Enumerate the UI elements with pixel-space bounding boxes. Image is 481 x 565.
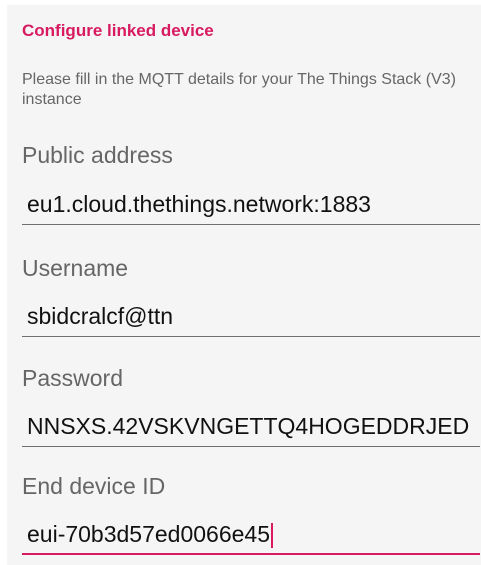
end-device-id-input[interactable]: eui-70b3d57ed0066e45 [22, 513, 480, 555]
public-address-label: Public address [22, 142, 173, 168]
dialog-description: Please fill in the MQTT details for your… [22, 71, 456, 108]
username-value: sbidcralcf@ttn [27, 303, 174, 329]
username-input[interactable]: sbidcralcf@ttn [22, 295, 480, 337]
end-device-id-value: eui-70b3d57ed0066e45 [27, 521, 271, 547]
dialog-title: Configure linked device [22, 21, 214, 40]
password-value: NNSXS.42VSKVNGETTQ4HOGEDDRJED [27, 413, 470, 439]
end-device-id-label: End device ID [22, 473, 166, 499]
public-address-input[interactable]: eu1.cloud.thethings.network:1883 [22, 183, 480, 225]
public-address-value: eu1.cloud.thethings.network:1883 [27, 191, 371, 217]
text-cursor [271, 523, 274, 549]
password-input[interactable]: NNSXS.42VSKVNGETTQ4HOGEDDRJED [22, 405, 480, 447]
username-label: Username [22, 255, 129, 281]
configure-linked-device-panel: Configure linked device Please fill in t… [7, 5, 481, 565]
password-label: Password [22, 365, 123, 391]
